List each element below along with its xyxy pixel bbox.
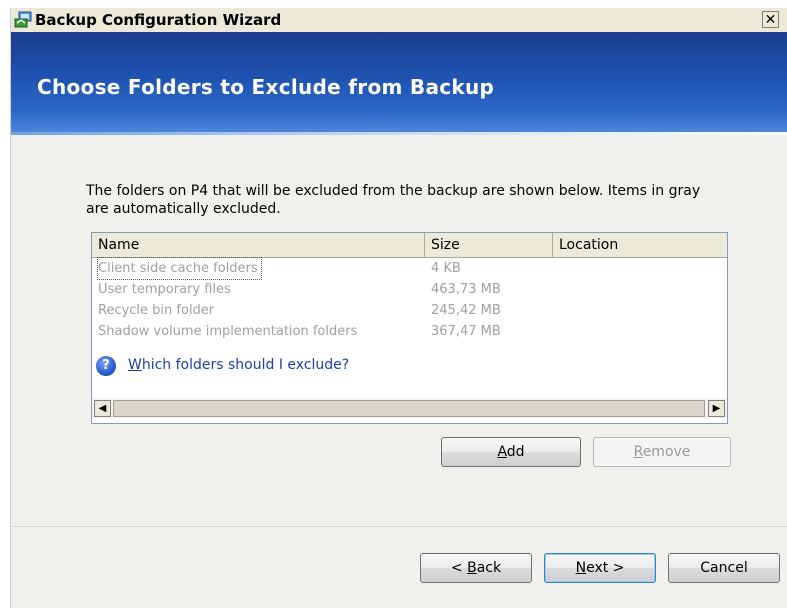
wizard-window: Backup Configuration Wizard ✕ Choose Fol…	[10, 8, 787, 608]
help-icon: ?	[96, 356, 116, 376]
excluded-folders-list[interactable]: Name Size Location Client side cache fol…	[91, 232, 728, 424]
row-name: User temporary files	[98, 282, 231, 297]
close-icon[interactable]: ✕	[762, 11, 779, 28]
row-name: Recycle bin folder	[98, 303, 215, 318]
list-row[interactable]: Client side cache folders 4 KB	[92, 257, 727, 280]
wizard-header: Choose Folders to Exclude from Backup	[11, 32, 787, 132]
row-size: 463,73 MB	[431, 282, 501, 297]
list-row[interactable]: Shadow volume implementation folders 367…	[92, 321, 727, 342]
row-name: Client side cache folders	[97, 257, 262, 280]
scrollbar-thumb[interactable]	[113, 400, 705, 417]
page-title: Choose Folders to Exclude from Backup	[37, 75, 495, 99]
wizard-content: The folders on P4 that will be excluded …	[11, 135, 787, 526]
next-button[interactable]: Next >	[544, 553, 656, 583]
help-link[interactable]: Which folders should I exclude?	[128, 357, 349, 373]
add-button[interactable]: Add	[441, 437, 581, 467]
column-header-name[interactable]: Name	[92, 233, 425, 257]
list-row[interactable]: Recycle bin folder 245,42 MB	[92, 300, 727, 321]
back-button[interactable]: < Back	[420, 553, 532, 583]
title-bar: Backup Configuration Wizard ✕	[11, 8, 787, 32]
scroll-right-icon[interactable]: ▶	[708, 400, 725, 417]
row-size: 245,42 MB	[431, 303, 501, 318]
column-header-size[interactable]: Size	[425, 233, 553, 257]
row-size: 4 KB	[431, 261, 461, 276]
window-title: Backup Configuration Wizard	[35, 11, 282, 29]
list-row[interactable]: User temporary files 463,73 MB	[92, 279, 727, 300]
backup-wizard-icon	[14, 11, 34, 29]
list-header: Name Size Location	[92, 233, 727, 258]
wizard-footer: < Back Next > Cancel	[11, 527, 787, 608]
description-text: The folders on P4 that will be excluded …	[86, 183, 701, 217]
cancel-button[interactable]: Cancel	[668, 553, 780, 583]
remove-button[interactable]: Remove	[593, 437, 731, 467]
row-size: 367,47 MB	[431, 324, 501, 339]
column-header-location[interactable]: Location	[553, 233, 727, 257]
scroll-left-icon[interactable]: ◀	[94, 400, 111, 417]
row-name: Shadow volume implementation folders	[98, 324, 358, 339]
horizontal-scrollbar[interactable]: ◀ ▶	[92, 398, 727, 418]
